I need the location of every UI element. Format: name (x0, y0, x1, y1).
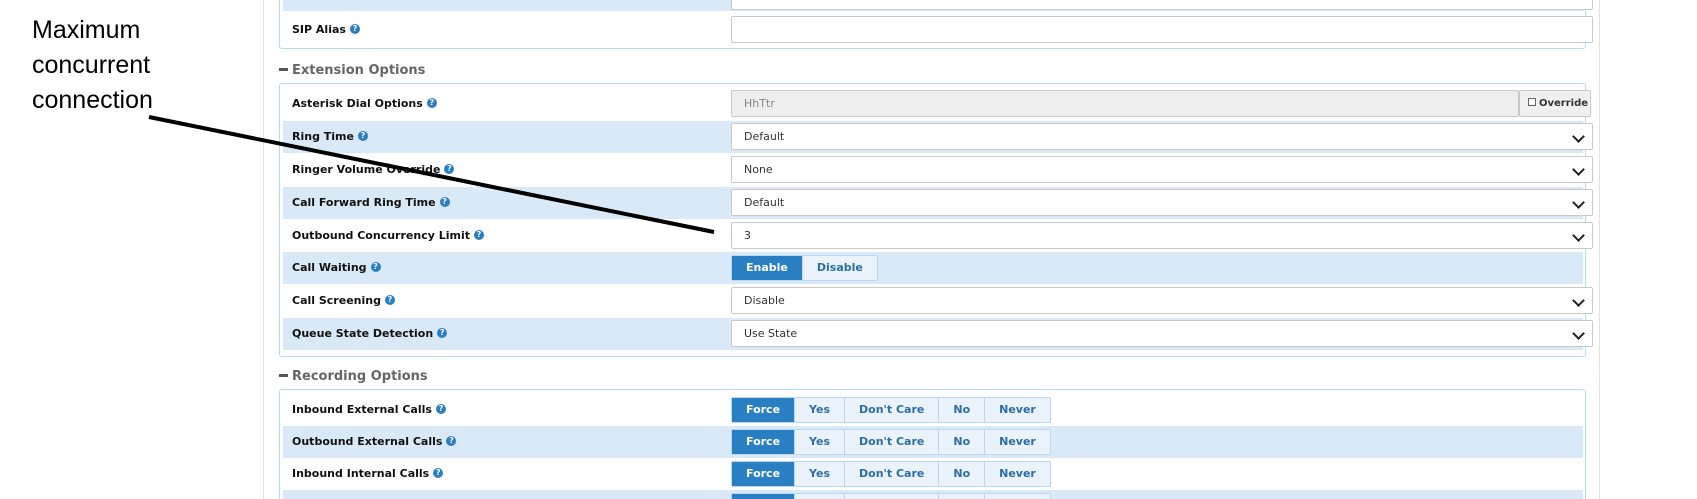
annotation-line-3: connection (32, 86, 153, 114)
override-toggle[interactable]: Override (1519, 90, 1591, 117)
annotation-text: Maximum concurrent connection (32, 13, 232, 118)
help-icon[interactable]: ? (433, 468, 444, 478)
extension-options-title[interactable]: Extension Options (279, 63, 425, 78)
collapse-icon (279, 374, 288, 377)
call-forward-ring-row: Call Forward Ring Time? Default (283, 187, 1593, 219)
help-icon[interactable]: ? (444, 164, 455, 174)
call-waiting-row: Call Waiting? Enable Disable (283, 252, 1583, 284)
sip-alias-input[interactable] (731, 16, 1593, 43)
never-button[interactable]: Never (985, 462, 1050, 486)
recording-row: Outbound External Calls? Force Yes Don't… (283, 426, 1583, 458)
call-screening-select[interactable]: Disable (731, 287, 1593, 314)
ring-time-select[interactable]: Default (731, 123, 1593, 150)
extension-options-box: Asterisk Dial Options? HhTtr Override Ri… (279, 83, 1593, 357)
help-icon[interactable]: ? (349, 24, 360, 34)
sip-alias-label: SIP Alias? (292, 14, 360, 46)
recording-toggle: Force Yes Don't Care No Never (731, 429, 1051, 455)
outbound-limit-select[interactable]: 3 (731, 222, 1593, 249)
help-icon[interactable]: ? (439, 197, 450, 207)
advanced-box: SIP Alias? (279, 0, 1593, 49)
queue-state-row: Queue State Detection? Use State (283, 318, 1593, 350)
recording-options-box: Inbound External Calls? Force Yes Don't … (279, 389, 1586, 499)
chevron-down-icon (1572, 327, 1585, 340)
settings-panel: SIP Alias? Extension Options Asterisk Di… (263, 0, 1600, 499)
ringer-volume-select[interactable]: None (731, 156, 1593, 183)
call-screening-label: Call Screening? (292, 285, 395, 317)
sip-alias-row: SIP Alias? (283, 14, 1593, 46)
asterisk-dial-row: Asterisk Dial Options? HhTtr Override (283, 88, 1591, 120)
call-waiting-toggle: Enable Disable (731, 255, 878, 281)
never-button[interactable]: Never (985, 494, 1050, 499)
annotation-line-1: Maximum (32, 16, 141, 44)
chevron-down-icon (1572, 130, 1585, 143)
recording-toggle: Force Yes Don't Care No Never (731, 397, 1051, 423)
recording-toggle: Force Yes Don't Care No Never (731, 461, 1051, 487)
settings-row-cut (283, 0, 1593, 11)
asterisk-dial-label: Asterisk Dial Options? (292, 88, 437, 120)
recording-toggle: Force Yes Don't Care No Never (731, 493, 1051, 499)
chevron-down-icon (1572, 196, 1585, 209)
cut-field[interactable] (731, 0, 1593, 10)
annotation-line-2: concurrent (32, 51, 151, 79)
no-button[interactable]: No (939, 430, 986, 454)
enable-button[interactable]: Enable (732, 256, 803, 280)
checkbox-icon[interactable] (1528, 98, 1536, 106)
help-icon[interactable]: ? (435, 404, 446, 414)
queue-state-label: Queue State Detection? (292, 318, 448, 350)
recording-row-cut: Force Yes Don't Care No Never (283, 490, 1583, 499)
recording-row: Inbound External Calls? Force Yes Don't … (283, 394, 1583, 426)
no-button[interactable]: No (939, 462, 986, 486)
force-button[interactable]: Force (732, 398, 796, 422)
yes-button[interactable]: Yes (795, 430, 845, 454)
help-icon[interactable]: ? (473, 230, 484, 240)
force-button[interactable]: Force (732, 462, 796, 486)
chevron-down-icon (1572, 163, 1585, 176)
dont-care-button[interactable]: Don't Care (845, 494, 940, 499)
yes-button[interactable]: Yes (795, 494, 845, 499)
no-button[interactable]: No (939, 494, 986, 499)
disable-button[interactable]: Disable (803, 256, 877, 280)
collapse-icon (279, 68, 288, 71)
never-button[interactable]: Never (985, 430, 1050, 454)
outbound-external-label: Outbound External Calls? (292, 426, 457, 458)
call-forward-ring-label: Call Forward Ring Time? (292, 187, 450, 219)
call-screening-row: Call Screening? Disable (283, 285, 1593, 317)
help-icon[interactable]: ? (437, 328, 448, 338)
call-waiting-label: Call Waiting? (292, 252, 381, 284)
outbound-limit-label: Outbound Concurrency Limit? (292, 220, 484, 252)
never-button[interactable]: Never (985, 398, 1050, 422)
help-icon[interactable]: ? (370, 262, 381, 272)
force-button[interactable]: Force (732, 494, 796, 499)
ringer-volume-label: Ringer Volume Override? (292, 154, 455, 186)
chevron-down-icon (1572, 294, 1585, 307)
force-button[interactable]: Force (732, 430, 796, 454)
queue-state-select[interactable]: Use State (731, 320, 1593, 347)
yes-button[interactable]: Yes (795, 398, 845, 422)
help-icon[interactable]: ? (426, 98, 437, 108)
recording-row: Inbound Internal Calls? Force Yes Don't … (283, 458, 1583, 490)
call-forward-ring-select[interactable]: Default (731, 189, 1593, 216)
no-button[interactable]: No (939, 398, 986, 422)
asterisk-dial-input: HhTtr (731, 90, 1519, 117)
outbound-limit-row: Outbound Concurrency Limit? 3 (283, 220, 1593, 252)
ring-time-label: Ring Time? (292, 121, 368, 153)
inbound-internal-label: Inbound Internal Calls? (292, 458, 444, 490)
ringer-volume-row: Ringer Volume Override? None (283, 154, 1593, 186)
dont-care-button[interactable]: Don't Care (845, 430, 940, 454)
dont-care-button[interactable]: Don't Care (845, 462, 940, 486)
help-icon[interactable]: ? (357, 131, 368, 141)
chevron-down-icon (1572, 229, 1585, 242)
inbound-external-label: Inbound External Calls? (292, 394, 446, 426)
help-icon[interactable]: ? (446, 436, 457, 446)
help-icon[interactable]: ? (384, 295, 395, 305)
dont-care-button[interactable]: Don't Care (845, 398, 940, 422)
ring-time-row: Ring Time? Default (283, 121, 1593, 153)
recording-options-title[interactable]: Recording Options (279, 369, 428, 384)
yes-button[interactable]: Yes (795, 462, 845, 486)
